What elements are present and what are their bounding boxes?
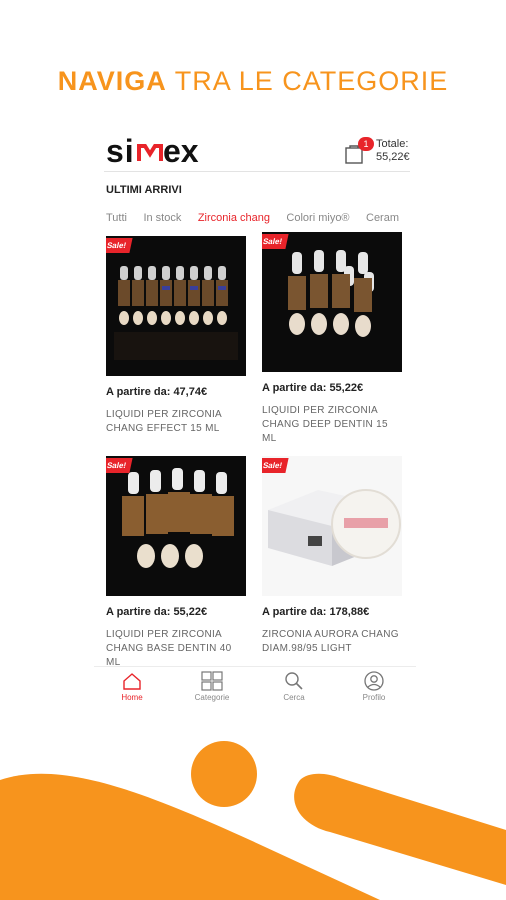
product-card[interactable]: Sale! A partire da: 55,22€ LIQUIDI PER Z…	[262, 232, 402, 446]
product-name[interactable]: LIQUIDI PER ZIRCONIA CHANG BASE DENTIN 4…	[106, 628, 246, 670]
sale-badge: Sale!	[106, 458, 133, 473]
product-image[interactable]: Sale!	[262, 456, 402, 596]
svg-text:si: si	[106, 133, 135, 169]
product-name[interactable]: LIQUIDI PER ZIRCONIA CHANG DEEP DENTIN 1…	[262, 404, 402, 446]
dropper-bottles-image	[288, 250, 374, 337]
product-price: A partire da: 55,22€	[262, 382, 364, 394]
headline-light: TRA LE CATEGORIE	[166, 66, 449, 96]
sale-badge: Sale!	[106, 238, 133, 253]
headline-strong: NAVIGA	[57, 66, 167, 96]
product-price: A partire da: 55,22€	[106, 606, 208, 618]
nav-cerca-label: Cerca	[283, 693, 305, 702]
dropper-bottles-image	[122, 468, 234, 568]
product-name[interactable]: ZIRCONIA AURORA CHANG DIAM.98/95 LIGHT	[262, 628, 402, 656]
nav-cerca[interactable]: Cerca	[264, 671, 324, 702]
sale-badge: Sale!	[262, 458, 289, 473]
nav-categorie[interactable]: Categorie	[182, 671, 242, 702]
product-price: A partire da: 178,88€	[262, 606, 370, 618]
product-image[interactable]: Sale!	[106, 236, 246, 376]
bottom-navigation: Home Categorie Cerca Profilo	[94, 666, 416, 710]
nav-categorie-label: Categorie	[194, 693, 230, 702]
nav-home-label: Home	[121, 693, 143, 702]
app-screen: si ex 1 Totale: 55,22€ ULTIMI ARRIVI Tut…	[94, 128, 416, 710]
tab-zirconia-chang[interactable]: Zirconia chang	[198, 212, 270, 224]
nav-profilo[interactable]: Profilo	[344, 671, 404, 702]
category-tabs: Tutti In stock Zirconia chang Colori miy…	[106, 208, 416, 224]
search-icon	[285, 672, 303, 690]
cart-count-badge: 1	[358, 137, 374, 151]
grid-icon	[201, 671, 223, 691]
sale-badge: Sale!	[262, 234, 289, 249]
tab-in-stock[interactable]: In stock	[143, 212, 181, 224]
promo-headline: NAVIGA TRA LE CATEGORIE	[0, 66, 506, 97]
product-card[interactable]: Sale! A partire da: 178,88€ ZIRCONIA AUR…	[262, 456, 402, 656]
home-icon	[123, 673, 141, 690]
zirconia-disc-box-image	[268, 489, 401, 566]
top-bar: si ex 1 Totale: 55,22€	[94, 128, 416, 172]
cart-total-label: Totale:	[376, 138, 409, 150]
section-title: ULTIMI ARRIVI	[106, 184, 182, 196]
product-image[interactable]: Sale!	[262, 232, 402, 372]
svg-text:ex: ex	[163, 133, 199, 169]
dropper-bottles-image	[114, 266, 238, 360]
product-price: A partire da: 47,74€	[106, 386, 208, 398]
nav-profilo-label: Profilo	[362, 693, 386, 702]
tab-ceram[interactable]: Ceram	[366, 212, 399, 224]
product-card[interactable]: Sale! A partire da: 55,22€ LIQUIDI PER Z…	[106, 456, 246, 670]
product-image[interactable]: Sale!	[106, 456, 246, 596]
decorative-shapes	[0, 741, 506, 900]
product-card[interactable]: Sale! A partire da: 47,74€ LIQUIDI PER Z…	[106, 236, 246, 436]
product-name[interactable]: LIQUIDI PER ZIRCONIA CHANG EFFECT 15 ML	[106, 408, 246, 436]
header-divider	[104, 171, 410, 172]
tab-tutti[interactable]: Tutti	[106, 212, 127, 224]
nav-home[interactable]: Home	[102, 671, 162, 702]
profile-icon	[364, 671, 384, 691]
cart-total-value: 55,22€	[376, 151, 410, 163]
tab-colori-miyo[interactable]: Colori miyo®	[286, 212, 349, 224]
simex-logo[interactable]: si ex	[106, 132, 226, 172]
